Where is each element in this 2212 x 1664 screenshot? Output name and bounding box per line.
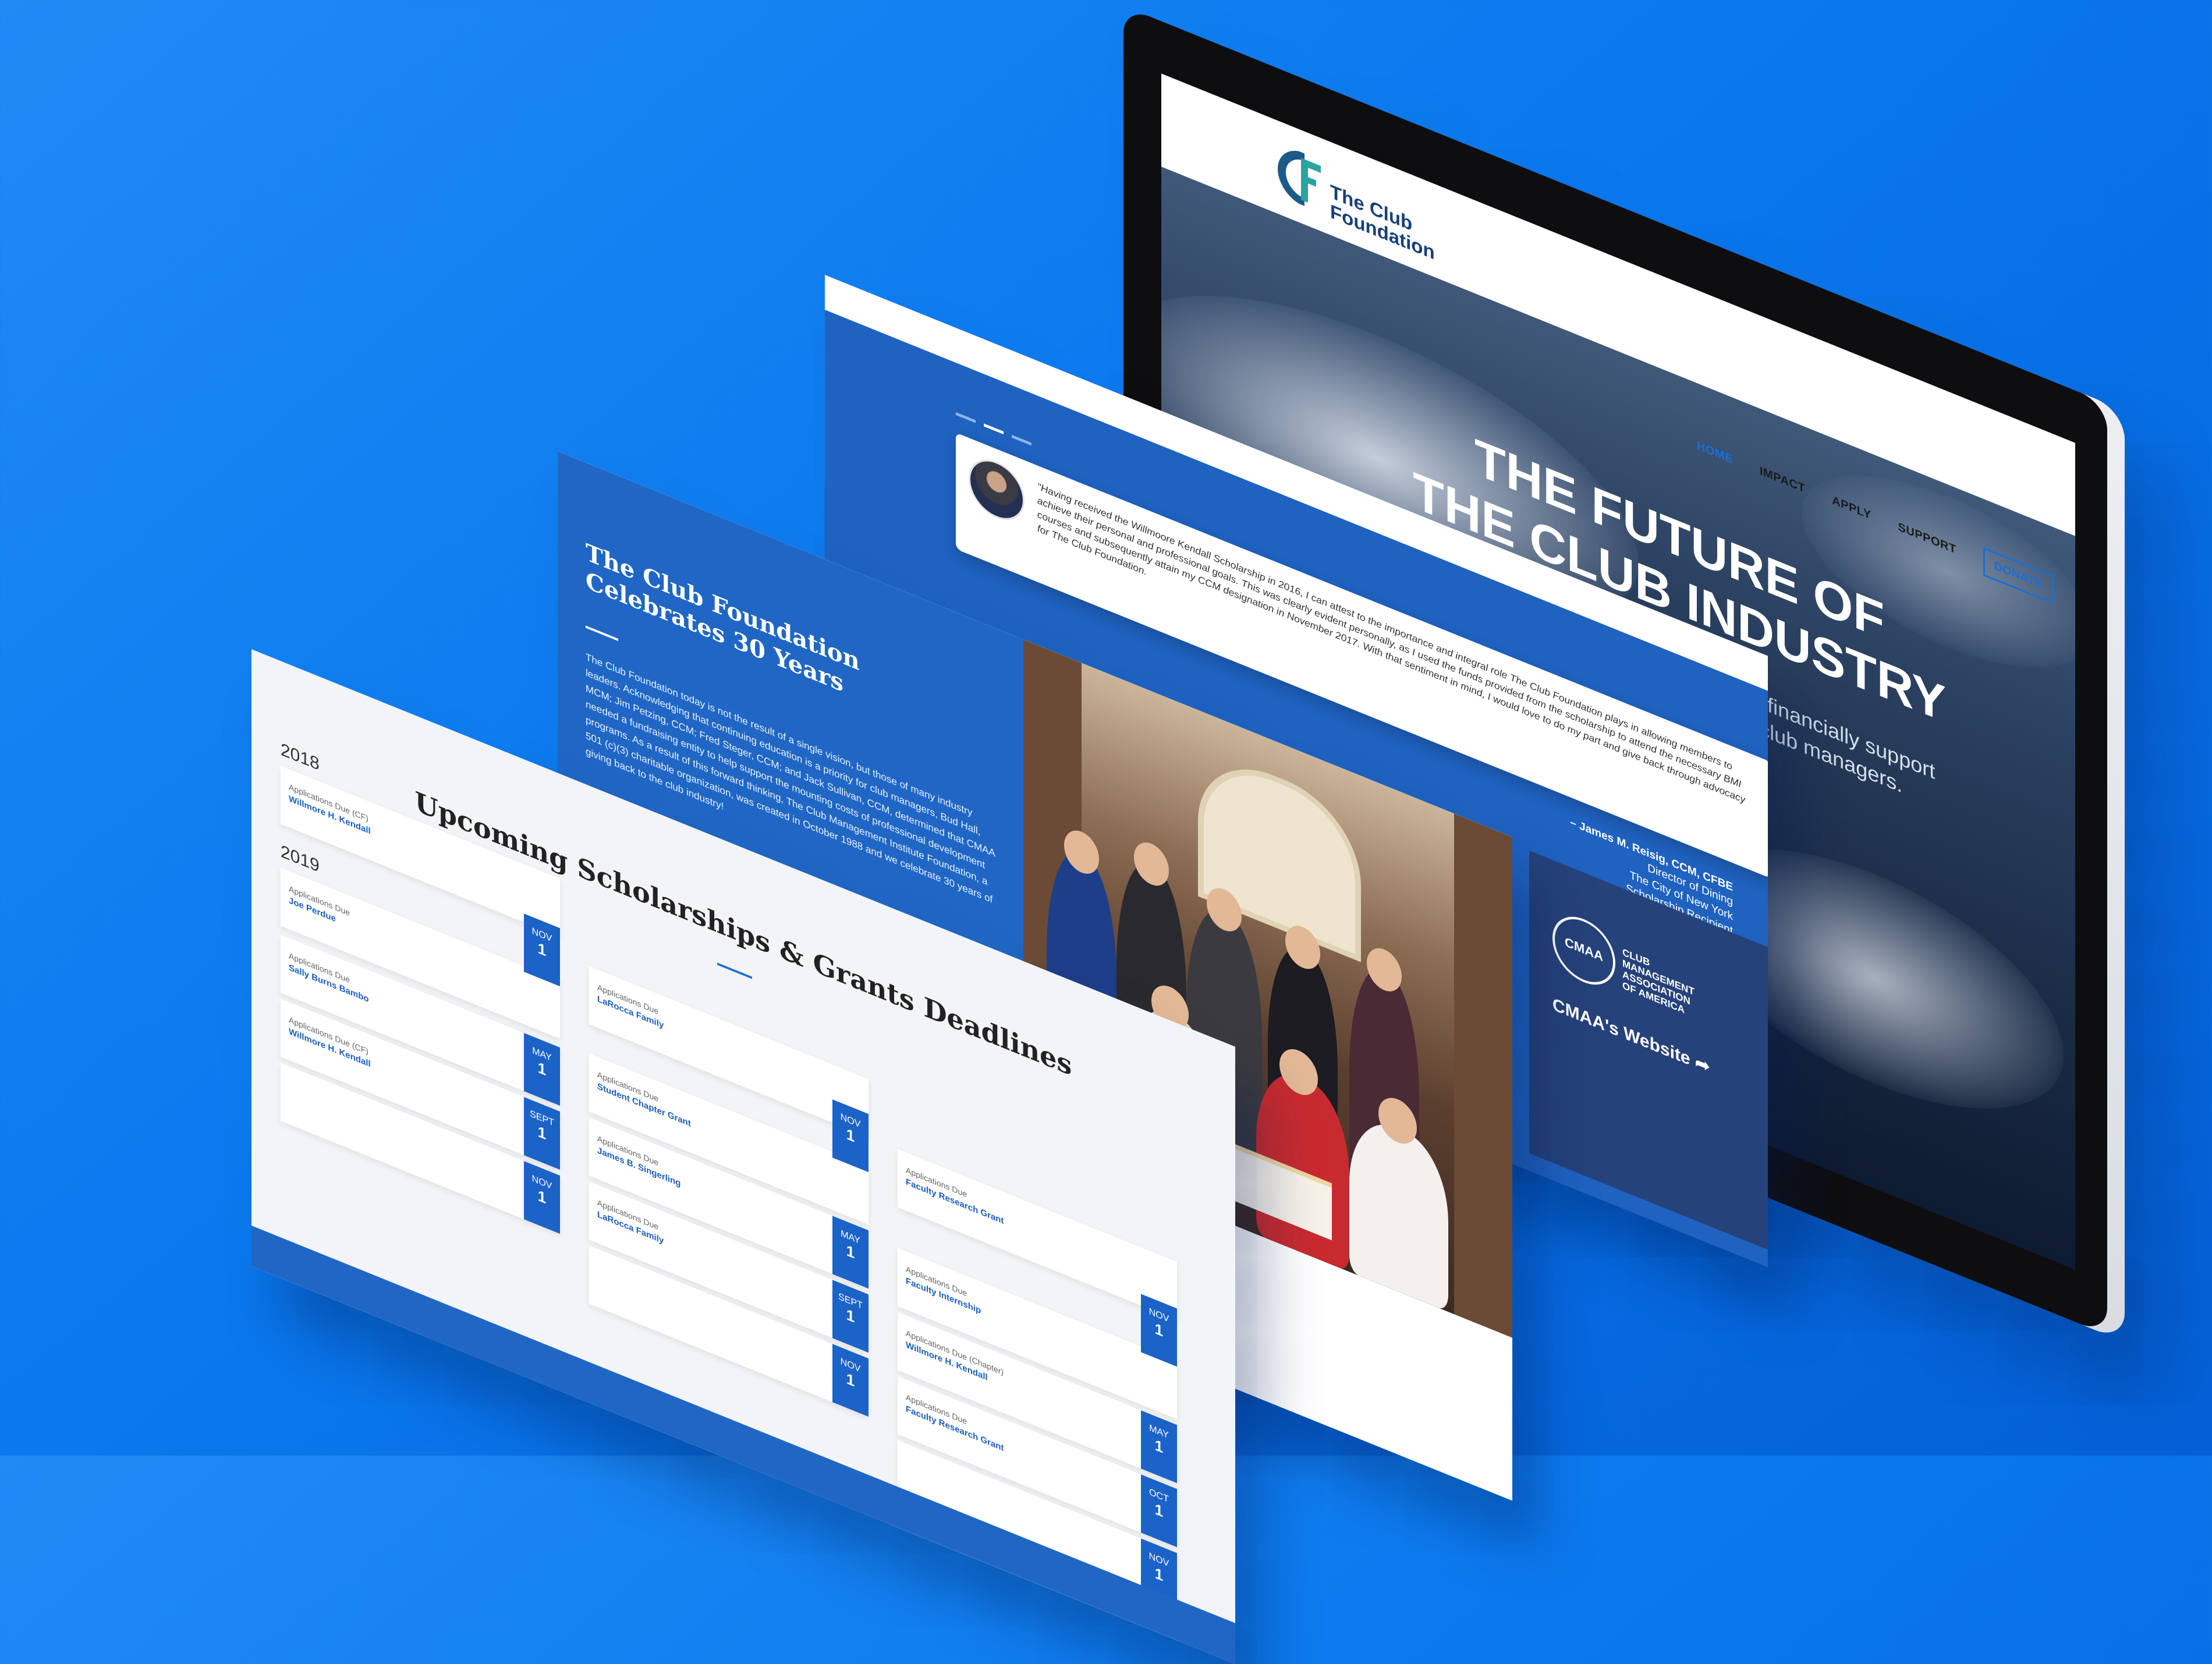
logo-text: The Club Foundation — [1330, 180, 1435, 264]
card-date-badge: NOV 1 — [832, 1344, 869, 1417]
nav-impact[interactable]: IMPACT — [1760, 464, 1805, 496]
card-date-badge: MAY 1 — [524, 1033, 560, 1106]
club-foundation-logo-icon[interactable] — [1278, 143, 1324, 214]
card-name: Faculty Research Grant — [906, 1404, 1004, 1454]
carousel-dot[interactable] — [956, 412, 976, 423]
card-date-badge: OCT 1 — [1141, 1474, 1177, 1548]
nav-home[interactable]: HOME — [1697, 438, 1733, 466]
card-date-badge: SEPT 1 — [832, 1280, 869, 1353]
cmaa-name: CLUB MANAGEMENT ASSOCIATION OF AMERICA — [1622, 947, 1695, 1020]
card-name: Faculty Research Grant — [906, 1177, 1004, 1227]
card-date-badge: SEPT 1 — [524, 1097, 560, 1170]
card-date-badge: MAY 1 — [1141, 1410, 1177, 1484]
card-date-badge: NOV 1 — [524, 1161, 560, 1234]
card-date-badge: MAY 1 — [832, 1216, 869, 1289]
cmaa-seal-icon: CMAA — [1552, 907, 1615, 995]
carousel-dot[interactable] — [1012, 434, 1031, 446]
celebrate-divider — [586, 625, 618, 642]
avatar — [969, 450, 1025, 529]
carousel-dot-active[interactable] — [984, 423, 1004, 435]
nav-apply[interactable]: APPLY — [1832, 493, 1871, 522]
scholarships-divider — [717, 962, 752, 979]
